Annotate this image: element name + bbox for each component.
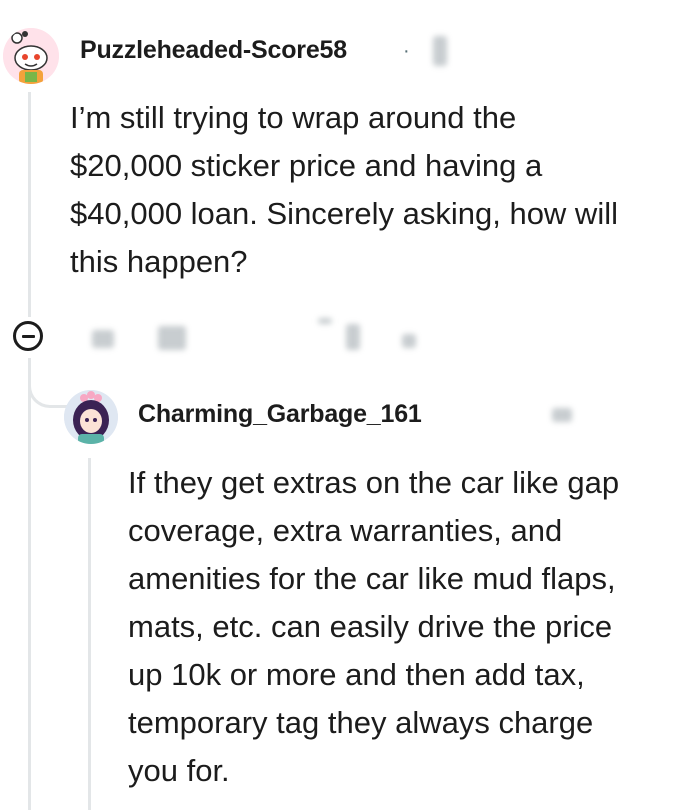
avatar-purple-hair-icon: [64, 390, 118, 444]
blurred-vote-count: [158, 326, 186, 350]
username[interactable]: Charming_Garbage_161: [138, 400, 422, 429]
comment-body: If they get extras on the car like gap c…: [128, 465, 620, 788]
blurred-timestamp: [433, 36, 447, 66]
blurred-upvote-icon[interactable]: [92, 330, 114, 348]
blurred-reply-button[interactable]: [346, 324, 360, 350]
snoo-avatar-icon: [3, 28, 59, 84]
thread-line-parent-lower: [28, 358, 31, 810]
blurred-more-icon[interactable]: [402, 334, 416, 348]
username[interactable]: Puzzleheaded-Score58: [80, 36, 347, 65]
avatar[interactable]: [3, 28, 59, 84]
thread-line-reply[interactable]: [88, 458, 91, 810]
thread-line-parent: [28, 92, 31, 317]
minus-circle-icon: [21, 334, 35, 338]
blurred-downvote-icon[interactable]: [318, 318, 332, 324]
comment-body: I’m still trying to wrap around the $20,…: [70, 100, 618, 279]
blurred-timestamp: [552, 408, 572, 422]
meta-separator: ·: [403, 40, 410, 62]
collapse-button[interactable]: [13, 321, 43, 351]
avatar[interactable]: [64, 390, 118, 444]
thread-elbow: [28, 358, 68, 408]
